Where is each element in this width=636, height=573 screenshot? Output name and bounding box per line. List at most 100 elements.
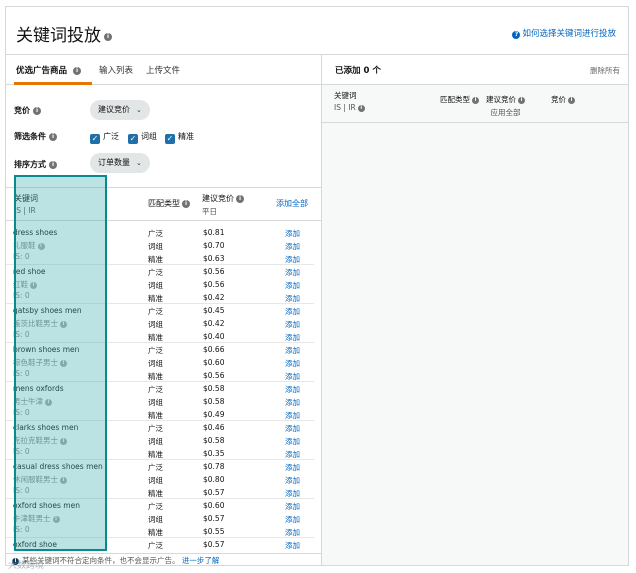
info-icon[interactable]: i <box>568 96 575 104</box>
add-button[interactable]: 添加 <box>285 241 300 252</box>
info-icon[interactable]: i <box>49 132 57 141</box>
keyword-text: clarks shoes men <box>13 423 79 432</box>
add-button[interactable]: 添加 <box>285 410 300 421</box>
info-icon[interactable]: i <box>49 160 57 169</box>
suggested-bid: $0.42 <box>203 293 225 302</box>
tab-bar: 优选广告商品 i 输入列表 上传文件 <box>6 55 321 85</box>
match-type: 精准 <box>148 528 163 537</box>
add-button[interactable]: 添加 <box>285 371 300 382</box>
match-type-row: 精准 $0.57 添加 <box>146 486 314 499</box>
info-icon[interactable]: i <box>236 194 244 203</box>
info-icon[interactable]: i <box>104 33 112 41</box>
filter-exact-checkbox[interactable]: ✓ 精准 <box>165 131 194 144</box>
info-icon[interactable]: i <box>472 96 479 104</box>
panel-header: 关键词投放 i ? 如何选择关键词进行投放 <box>6 7 628 55</box>
keyword-text: casual dress shoes men <box>13 462 103 471</box>
added-keywords-pane: 已添加 0 个 删除所有 关键词 IS | IR i 匹配类型 i 建议竞价 i 应用全部… <box>322 55 628 565</box>
match-type-row: 词组 $0.42 添加 <box>146 317 314 330</box>
suggested-bid: $0.60 <box>203 501 225 510</box>
info-icon[interactable]: i <box>45 398 52 406</box>
page-title: 关键词投放 i <box>16 21 112 46</box>
add-button[interactable]: 添加 <box>285 501 300 512</box>
add-button[interactable]: 添加 <box>285 267 300 278</box>
match-type: 精准 <box>148 255 163 264</box>
filter-phrase-checkbox[interactable]: ✓ 词组 <box>128 131 157 144</box>
col-keyword: 关键词 IS | IR i <box>334 90 365 112</box>
suggested-bid: $0.57 <box>203 488 225 497</box>
suggested-bid: $0.63 <box>203 254 225 263</box>
check-icon: ✓ <box>128 134 138 144</box>
match-type-row: 精准 $0.40 添加 <box>146 330 314 343</box>
add-button[interactable]: 添加 <box>285 228 300 239</box>
help-link[interactable]: ? 如何选择关键词进行投放 <box>512 27 616 39</box>
info-icon[interactable]: i <box>30 281 37 289</box>
match-type: 词组 <box>148 359 163 368</box>
add-button[interactable]: 添加 <box>285 423 300 434</box>
add-button[interactable]: 添加 <box>285 319 300 330</box>
tab-upload-file[interactable]: 上传文件 <box>146 64 180 76</box>
info-icon[interactable]: i <box>37 242 45 250</box>
keyword-text: oxford shoes men <box>13 501 80 510</box>
info-icon[interactable]: i <box>60 320 67 328</box>
add-button[interactable]: 添加 <box>285 280 300 291</box>
add-button[interactable]: 添加 <box>285 358 300 369</box>
add-button[interactable]: 添加 <box>285 540 300 551</box>
add-button[interactable]: 添加 <box>285 345 300 356</box>
info-icon[interactable]: i <box>60 476 67 484</box>
keyword-translation: 克拉克鞋男士 i <box>13 435 67 446</box>
match-type-row: 词组 $0.57 添加 <box>146 512 314 525</box>
info-icon[interactable]: i <box>357 104 365 112</box>
add-button[interactable]: 添加 <box>285 462 300 473</box>
tab-suggested-products[interactable]: 优选广告商品 i <box>16 64 81 76</box>
col-match-type: 匹配类型 i <box>440 94 479 105</box>
apply-all-link[interactable]: 应用全部 <box>486 107 525 118</box>
add-button[interactable]: 添加 <box>285 488 300 499</box>
info-icon[interactable]: i <box>33 106 41 115</box>
suggested-bid: $0.56 <box>203 267 225 276</box>
add-button[interactable]: 添加 <box>285 475 300 486</box>
keyword-translation: 休闲服鞋男士 i <box>13 474 67 485</box>
sort-label: 排序方式 i <box>14 159 57 170</box>
info-icon[interactable]: i <box>518 96 525 104</box>
tab-enter-list[interactable]: 输入列表 <box>99 64 133 76</box>
add-button[interactable]: 添加 <box>285 293 300 304</box>
match-type: 精准 <box>148 294 163 303</box>
sort-dropdown[interactable]: 订单数量 ⌄ <box>90 153 150 173</box>
match-type-row: 词组 $0.70 添加 <box>146 239 314 252</box>
keyword-row: gatsby shoes men 盖茨比鞋男士 i IS: 0 广泛 $0.45 添加 词组 $… <box>6 304 314 343</box>
info-icon[interactable]: i <box>60 437 67 445</box>
info-icon[interactable]: i <box>182 199 190 208</box>
add-button[interactable]: 添加 <box>285 514 300 525</box>
info-icon[interactable]: i <box>60 359 67 367</box>
add-button[interactable]: 添加 <box>285 306 300 317</box>
match-type-row: 词组 $0.58 添加 <box>146 395 314 408</box>
remove-all-button[interactable]: 删除所有 <box>590 65 620 76</box>
add-button[interactable]: 添加 <box>285 436 300 447</box>
add-button[interactable]: 添加 <box>285 397 300 408</box>
add-button[interactable]: 添加 <box>285 332 300 343</box>
filter-broad-checkbox[interactable]: ✓ 广泛 <box>90 131 119 144</box>
keyword-text: oxford shoe <box>13 540 57 549</box>
match-type-row: 精准 $0.55 添加 <box>146 525 314 538</box>
info-icon[interactable]: i <box>52 515 60 523</box>
add-button[interactable]: 添加 <box>285 384 300 395</box>
add-button[interactable]: 添加 <box>285 449 300 460</box>
match-type: 精准 <box>148 450 163 459</box>
suggested-bid: $0.58 <box>203 436 225 445</box>
keyword-list-header: 关键词 IS | IR 匹配类型 i 建议竞价 i 平日 添加全部 <box>6 187 321 221</box>
chevron-down-icon: ⌄ <box>136 159 142 167</box>
match-type-row: 广泛 $0.46 添加 <box>146 421 314 434</box>
add-all-button[interactable]: 添加全部 <box>276 198 308 209</box>
add-button[interactable]: 添加 <box>285 254 300 265</box>
match-type: 精准 <box>148 411 163 420</box>
learn-more-link[interactable]: 进一步了解 <box>182 556 220 565</box>
suggested-bid: $0.40 <box>203 332 225 341</box>
bid-dropdown[interactable]: 建议竞价 ⌄ <box>90 100 150 120</box>
add-button[interactable]: 添加 <box>285 527 300 538</box>
match-type: 广泛 <box>148 307 163 316</box>
added-list-empty <box>322 123 628 565</box>
col-suggested-bid: 建议竞价 i 应用全部 <box>486 94 525 118</box>
match-type-row: 词组 $0.80 添加 <box>146 473 314 486</box>
keyword-translation: 棕色鞋子男士 i <box>13 357 67 368</box>
suggested-bid: $0.81 <box>203 228 225 237</box>
